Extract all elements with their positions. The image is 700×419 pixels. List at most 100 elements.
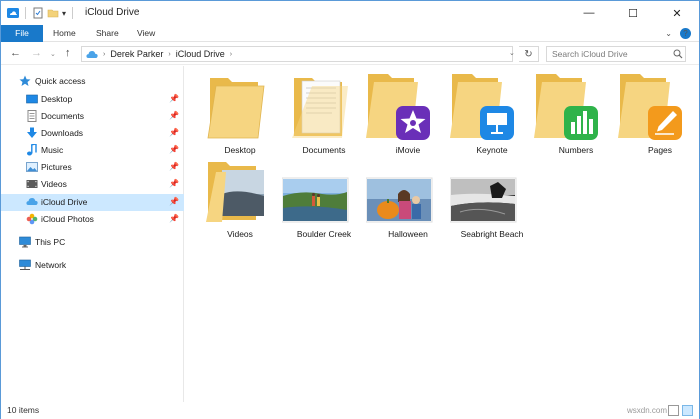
folder-item-numbers[interactable]: Numbers (534, 72, 618, 156)
pin-icon[interactable]: 📌 (169, 214, 179, 223)
pin-icon[interactable]: 📌 (169, 111, 179, 120)
folder-icon (207, 78, 265, 139)
sidebar-item-label: iCloud Photos (41, 214, 94, 224)
desktop-icon (26, 94, 38, 104)
large-icons-view-icon[interactable] (682, 405, 693, 416)
view-toggle (668, 405, 693, 416)
photo-item-halloween[interactable]: Halloween (366, 156, 450, 240)
back-button[interactable]: ← (10, 47, 21, 59)
pin-icon[interactable]: 📌 (169, 162, 179, 171)
folder-item-imovie[interactable]: iMovie (366, 72, 450, 156)
sidebar-item-music[interactable]: Music 📌 (1, 142, 184, 159)
tab-file[interactable]: File (1, 25, 43, 42)
photo-item-seabright-beach[interactable]: Seabright Beach (450, 156, 534, 240)
sidebar-item-label: Videos (41, 179, 67, 189)
toolbar-separator (72, 7, 74, 19)
sidebar-item-label: Desktop (41, 94, 73, 104)
properties-icon[interactable] (32, 7, 44, 19)
navigation-bar: ← → ⌄ ↑ › Derek Parker › iCloud Drive › … (1, 43, 699, 65)
help-icon[interactable]: ? (680, 28, 691, 39)
pin-icon[interactable]: 📌 (169, 94, 179, 103)
ribbon-tabs: File Home Share View ⌄ ? (1, 25, 699, 42)
pages-folder-icon (618, 74, 682, 140)
videos-folder-icon (206, 162, 264, 222)
navigation-pane: Quick access Desktop 📌 Documents 📌 Downl… (1, 66, 184, 402)
sidebar-item-desktop[interactable]: Desktop 📌 (1, 91, 184, 108)
item-label: Seabright Beach (460, 229, 524, 239)
pictures-icon (26, 162, 38, 172)
qat-dropdown[interactable]: ▾ (62, 9, 66, 18)
address-bar[interactable]: › Derek Parker › iCloud Drive › (81, 46, 513, 62)
expand-ribbon-icon[interactable]: ⌄ (665, 29, 672, 38)
folder-item-keynote[interactable]: Keynote (450, 72, 534, 156)
sidebar-item-icloud-drive[interactable]: iCloud Drive 📌 (1, 194, 184, 211)
sidebar-item-pictures[interactable]: Pictures 📌 (1, 159, 184, 176)
icloud-icon (7, 8, 19, 18)
imovie-folder-icon (366, 74, 430, 140)
toolbar-separator (25, 7, 26, 19)
sidebar-item-label: Network (35, 260, 67, 270)
up-button[interactable]: ↑ (65, 47, 71, 59)
item-label: Pages (647, 145, 673, 155)
pin-icon[interactable]: 📌 (169, 128, 179, 137)
recent-locations-button[interactable]: ⌄ (50, 50, 56, 58)
pin-icon[interactable]: 📌 (169, 197, 179, 206)
maximize-button[interactable]: ☐ (611, 1, 655, 25)
network-icon (19, 259, 31, 270)
sidebar-item-label: Documents (41, 111, 84, 121)
photo-thumbnail (282, 177, 349, 223)
status-bar: 10 items wsxdn.com (1, 402, 699, 419)
videos-icon (26, 180, 38, 188)
music-icon (27, 144, 37, 156)
star-icon (19, 75, 31, 86)
sidebar-item-label: Pictures (41, 162, 72, 172)
photo-thumbnail (450, 177, 517, 223)
this-pc-icon (19, 236, 31, 248)
downloads-icon (27, 127, 37, 138)
sidebar-item-videos[interactable]: Videos 📌 (1, 176, 184, 193)
breadcrumb-icloud-drive[interactable]: iCloud Drive (176, 49, 225, 59)
new-folder-icon[interactable] (47, 7, 59, 19)
breadcrumb-separator: › (103, 50, 106, 58)
details-view-icon[interactable] (668, 405, 679, 416)
documents-folder-icon (292, 78, 348, 138)
sidebar-item-label: This PC (35, 237, 66, 247)
watermark: wsxdn.com (626, 406, 667, 415)
documents-icon (27, 110, 37, 122)
photo-item-boulder-creek[interactable]: Boulder Creek (282, 156, 366, 240)
numbers-folder-icon (534, 74, 598, 140)
tab-home[interactable]: Home (53, 25, 76, 42)
folder-item-desktop[interactable]: Desktop (198, 72, 282, 156)
breadcrumb-derek-parker[interactable]: Derek Parker (110, 49, 163, 59)
search-input[interactable] (546, 46, 686, 62)
sidebar-item-quick-access[interactable]: Quick access (1, 73, 184, 90)
sidebar-item-label: iCloud Drive (41, 197, 88, 207)
close-button[interactable]: ✕ (655, 1, 699, 25)
sidebar-item-network[interactable]: Network (1, 257, 184, 274)
title-bar: ▾ iCloud Drive — ☐ ✕ (1, 1, 699, 25)
minimize-button[interactable]: — (567, 1, 611, 25)
folder-item-videos[interactable]: Videos (198, 156, 282, 240)
photo-thumbnail (366, 177, 433, 223)
sidebar-item-downloads[interactable]: Downloads 📌 (1, 125, 184, 142)
pin-icon[interactable]: 📌 (169, 145, 179, 154)
forward-button[interactable]: → (31, 47, 42, 59)
window-title: iCloud Drive (85, 7, 140, 18)
window-controls: — ☐ ✕ (567, 1, 699, 25)
tab-share[interactable]: Share (96, 25, 119, 42)
icloud-drive-icon (26, 198, 38, 205)
file-view: Desktop Documents iMovie Keynote Numbers… (185, 66, 698, 402)
sidebar-item-this-pc[interactable]: This PC (1, 234, 184, 251)
sidebar-item-label: Quick access (35, 76, 86, 86)
pin-icon[interactable]: 📌 (169, 179, 179, 188)
ribbon-right-controls: ⌄ ? (665, 28, 691, 39)
sidebar-item-label: Music (41, 145, 64, 155)
refresh-button[interactable]: ↻ (519, 46, 539, 62)
sidebar-item-documents[interactable]: Documents 📌 (1, 108, 184, 125)
item-count: 10 items (7, 405, 40, 415)
sidebar-item-icloud-photos[interactable]: iCloud Photos 📌 (1, 211, 184, 228)
folder-item-documents[interactable]: Documents (282, 72, 366, 156)
breadcrumb-separator: › (168, 50, 171, 58)
tab-view[interactable]: View (137, 25, 155, 42)
folder-item-pages[interactable]: Pages (618, 72, 700, 156)
